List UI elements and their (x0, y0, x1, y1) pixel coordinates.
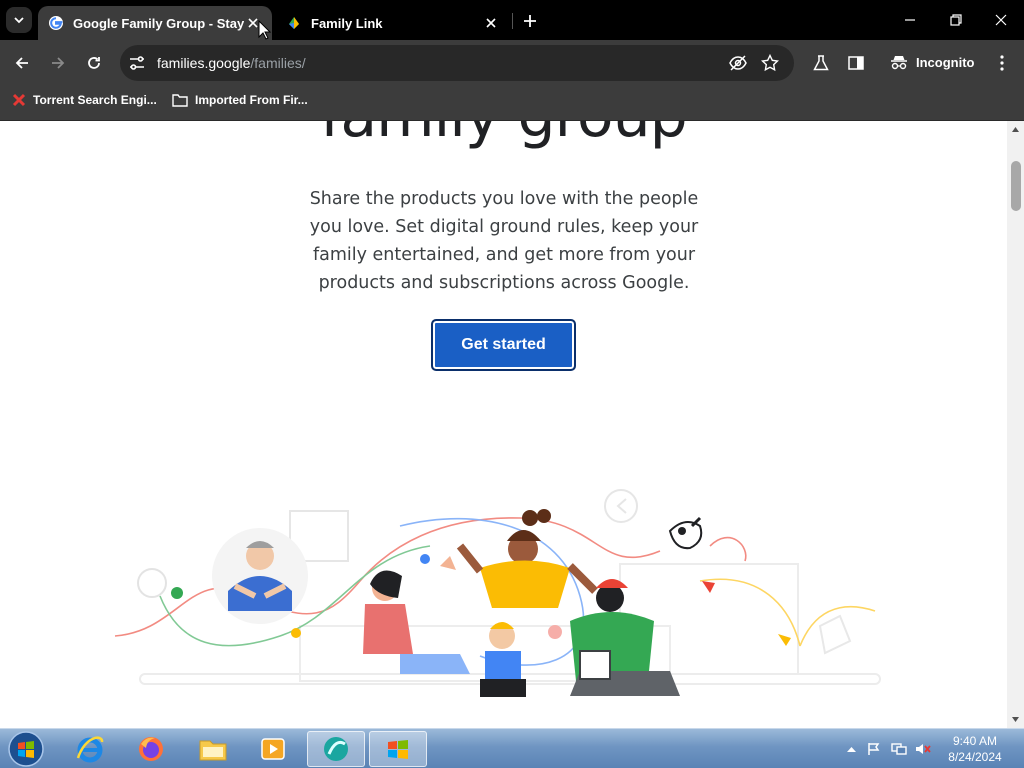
media-player-icon (261, 738, 285, 760)
windows-taskbar: 9:40 AM 8/24/2024 (0, 728, 1024, 768)
new-tab-button[interactable] (519, 10, 541, 32)
forward-button[interactable] (46, 51, 70, 75)
teal-app-icon (324, 737, 348, 761)
arrow-right-icon (52, 57, 65, 69)
url-path: /families/ (250, 55, 306, 71)
reload-button[interactable] (82, 51, 106, 75)
labs-flask-icon[interactable] (810, 52, 832, 74)
network-icon[interactable] (891, 741, 907, 757)
google-favicon-icon (49, 16, 63, 30)
restore-icon (950, 14, 962, 26)
restore-button[interactable] (941, 8, 971, 32)
folder-icon (199, 740, 227, 761)
folder-icon (172, 94, 188, 107)
red-x-favicon-icon (12, 93, 26, 107)
internet-explorer-icon (76, 736, 104, 763)
taskbar-firefox[interactable] (122, 731, 180, 767)
browser-toolbar: families.google/families/ Incognito (0, 40, 1024, 86)
tab-strip: Google Family Group - Stay Co Family Lin… (0, 0, 1024, 40)
bookmark-torrent-search[interactable]: Torrent Search Engi... (12, 93, 157, 107)
clock-date: 8/24/2024 (948, 750, 1002, 764)
reload-icon (88, 57, 100, 69)
action-center-flag-icon[interactable] (866, 741, 882, 757)
clock-time: 9:40 AM (952, 734, 998, 748)
volume-muted-icon[interactable] (915, 741, 931, 757)
scrollbar-thumb[interactable] (1011, 161, 1021, 211)
address-bar[interactable]: families.google/families/ (120, 45, 794, 81)
taskbar-internet-explorer[interactable] (61, 731, 119, 767)
incognito-indicator[interactable]: Incognito (890, 54, 975, 70)
tab-separator (512, 13, 513, 29)
family-illustration (114, 489, 881, 697)
screen: Google Family Group - Stay Co Family Lin… (0, 0, 1024, 768)
tab-search-button[interactable] (6, 7, 32, 33)
bookmark-folder-imported[interactable]: Imported From Fir... (172, 93, 308, 107)
minimize-button[interactable] (895, 8, 925, 32)
minimize-icon (905, 19, 915, 21)
close-icon (995, 14, 1007, 26)
system-clock[interactable]: 9:40 AM 8/24/2024 (940, 733, 1010, 765)
plus-icon (524, 15, 536, 27)
side-panel-icon[interactable] (845, 52, 867, 74)
tab-title: Google Family Group - Stay Co (73, 15, 244, 31)
close-window-button[interactable] (986, 8, 1016, 32)
mouse-cursor-icon (258, 20, 272, 40)
tab-title: Family Link (311, 15, 383, 31)
scroll-down-icon[interactable] (1011, 715, 1020, 724)
taskbar-chrome-app[interactable] (307, 731, 365, 767)
back-button[interactable] (10, 51, 34, 75)
menu-button[interactable] (991, 52, 1013, 74)
start-button[interactable] (6, 730, 46, 768)
tracking-protection-icon[interactable] (728, 53, 748, 73)
taskbar-windows-app[interactable] (369, 731, 427, 767)
taskbar-file-explorer[interactable] (184, 731, 242, 767)
windows-flag-icon (388, 740, 408, 759)
url-domain: families.google (157, 55, 251, 71)
url-text: families.google/families/ (157, 55, 306, 71)
arrow-left-icon (15, 57, 28, 69)
incognito-icon (891, 56, 907, 70)
kebab-menu-icon (1000, 55, 1004, 71)
close-tab-icon[interactable] (482, 14, 500, 32)
tab-family-link[interactable]: Family Link (276, 6, 510, 40)
incognito-label: Incognito (916, 54, 975, 70)
bookmark-label: Imported From Fir... (195, 93, 308, 107)
web-page: family group Share the products you love… (0, 121, 1007, 728)
bookmark-star-icon[interactable] (760, 53, 780, 73)
site-settings-icon[interactable] (128, 54, 146, 72)
tab-google-family-group[interactable]: Google Family Group - Stay Co (38, 6, 272, 40)
scroll-up-icon[interactable] (1011, 125, 1020, 134)
firefox-icon (139, 737, 163, 761)
page-description: Share the products you love with the peo… (309, 189, 699, 293)
page-scrollbar[interactable] (1007, 121, 1024, 728)
taskbar-media-player[interactable] (244, 731, 302, 767)
get-started-button[interactable]: Get started (431, 319, 576, 371)
bookmark-label: Torrent Search Engi... (33, 93, 157, 107)
windows-logo-icon (8, 731, 44, 767)
page-heading: family group (0, 121, 1007, 151)
bookmarks-bar: Torrent Search Engi... Imported From Fir… (0, 86, 1024, 121)
family-link-favicon-icon (289, 17, 299, 29)
chevron-down-icon (14, 17, 24, 24)
tray-expand-icon[interactable] (843, 741, 859, 757)
